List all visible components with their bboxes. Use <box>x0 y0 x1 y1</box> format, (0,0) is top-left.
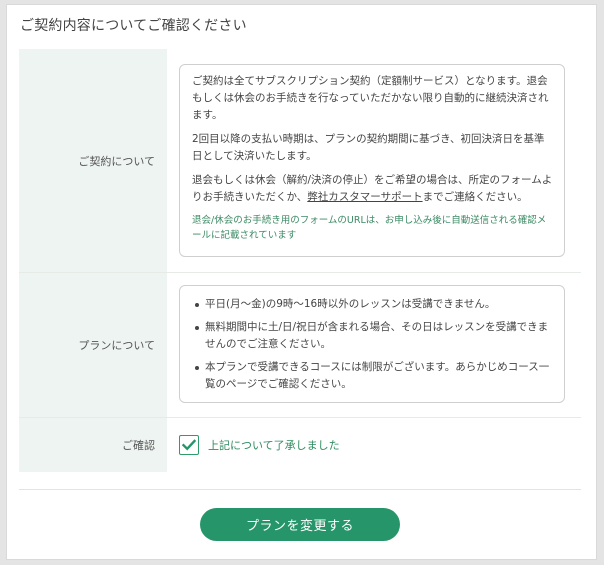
plan-notes-box: 平日(月～金)の9時～16時以外のレッスンは受講できません。 無料期間中に土/日… <box>179 285 565 403</box>
contract-paragraph-2: 2回目以降の支払い時期は、プランの契約期間に基づき、初回決済日を基準日として決済… <box>192 133 545 162</box>
page-title: ご契約内容についてご確認ください <box>20 18 247 34</box>
confirmation-table: ご契約について ご契約は全てサブスクリプション契約（定額制サービス）となります。… <box>19 49 581 472</box>
confirm-row: ご確認 上記について了承しました <box>19 418 581 472</box>
contract-content: ご契約は全てサブスクリプション契約（定額制サービス）となります。退会もしくは休会… <box>167 49 581 272</box>
contract-row: ご契約について ご契約は全てサブスクリプション契約（定額制サービス）となります。… <box>19 49 581 273</box>
confirm-label: ご確認 <box>19 418 167 472</box>
list-item: 本プランで受講できるコースには制限がございます。あらかじめコース一覧のページでご… <box>192 359 554 393</box>
plan-row: プランについて 平日(月～金)の9時～16時以外のレッスンは受講できません。 無… <box>19 273 581 418</box>
customer-support-link[interactable]: 弊社カスタマーサポート <box>307 191 422 203</box>
change-plan-button[interactable]: プランを変更する <box>200 508 400 541</box>
plan-label: プランについて <box>19 273 167 417</box>
contract-paragraph-1: ご契約は全てサブスクリプション契約（定額制サービス）となります。退会もしくは休会… <box>192 75 549 121</box>
agree-checkbox-label[interactable]: 上記について了承しました <box>208 437 340 453</box>
agree-checkbox[interactable] <box>179 435 199 455</box>
plan-content: 平日(月～金)の9時～16時以外のレッスンは受講できません。 無料期間中に土/日… <box>167 273 581 417</box>
contract-label: ご契約について <box>19 49 167 272</box>
contract-paragraph-3-suffix: までご連絡ください。 <box>422 191 528 203</box>
contract-paragraph-3: 退会もしくは休会（解約/決済の停止）をご希望の場合は、所定のフォームよりお手続き… <box>192 172 554 206</box>
plan-notes-list: 平日(月～金)の9時～16時以外のレッスンは受講できません。 無料期間中に土/日… <box>192 296 554 393</box>
checkmark-icon <box>182 439 196 451</box>
confirmation-card: ご契約内容についてご確認ください ご契約について ご契約は全てサブスクリプション… <box>6 4 597 560</box>
list-item: 平日(月～金)の9時～16時以外のレッスンは受講できません。 <box>192 296 554 313</box>
contract-terms-box: ご契約は全てサブスクリプション契約（定額制サービス）となります。退会もしくは休会… <box>179 64 565 257</box>
form-url-note: 退会/休会のお手続き用のフォームのURLは、お申し込み後に自動送信される確認メー… <box>192 215 547 241</box>
confirm-content: 上記について了承しました <box>167 418 581 472</box>
list-item: 無料期間中に土/日/祝日が含まれる場合、その日はレッスンを受講できませんのでご注… <box>192 319 554 353</box>
divider <box>19 489 581 490</box>
